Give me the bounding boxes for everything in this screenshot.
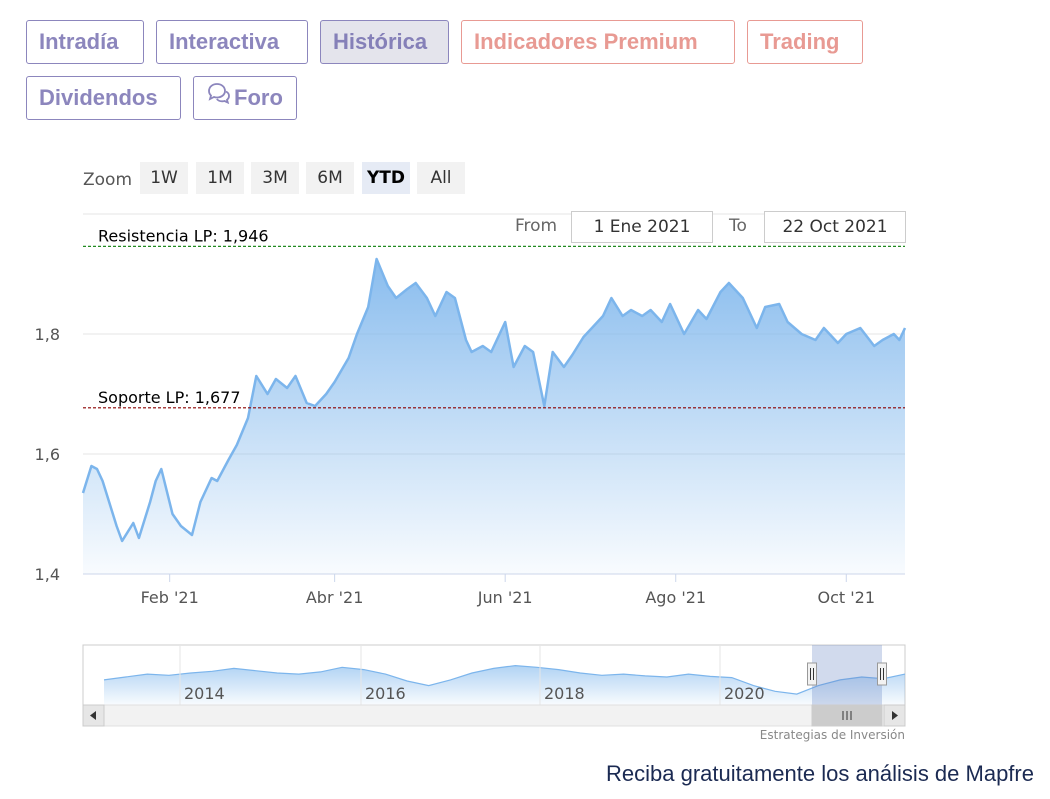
y-axis: 1,4 1,6 1,8 (35, 325, 60, 584)
annotation-label: Soporte LP: 1,677 (98, 388, 241, 407)
navigator-tick-label: 2020 (724, 684, 765, 703)
chart-credits[interactable]: Estrategias de Inversión (760, 728, 905, 742)
from-date-input[interactable]: 1 Ene 2021 (571, 211, 713, 243)
y-tick-label: 1,8 (35, 325, 60, 344)
to-date-input[interactable]: 22 Oct 2021 (764, 211, 906, 243)
navigator-selection[interactable] (812, 645, 882, 705)
x-tick-label: Jun '21 (477, 588, 533, 607)
navigator-right-handle[interactable] (877, 662, 887, 686)
scrollbar-track[interactable] (82, 704, 906, 727)
promo-link[interactable]: Reciba gratuitamente los análisis de Map… (606, 761, 1034, 787)
x-axis: Feb '21 Abr '21 Jun '21 Ago '21 Oct '21 (83, 573, 905, 607)
series-area (83, 259, 905, 574)
scrollbar-thumb[interactable] (811, 704, 883, 727)
price-chart: Resistencia LP: 1,946 Soporte LP: 1,677 1… (35, 213, 907, 727)
annotation-label: Resistencia LP: 1,946 (98, 226, 269, 245)
navigator-tick-label: 2014 (184, 684, 225, 703)
to-label: To (729, 216, 747, 236)
from-label: From (515, 216, 558, 236)
navigator-tick-label: 2016 (365, 684, 406, 703)
y-tick-label: 1,4 (35, 565, 60, 584)
scroll-left-button[interactable] (82, 704, 105, 727)
series-group (81, 257, 907, 574)
navigator[interactable]: 2014 2016 2018 2020 (82, 644, 906, 727)
y-tick-label: 1,6 (35, 445, 60, 464)
navigator-left-handle[interactable] (807, 662, 817, 686)
navigator-tick-label: 2018 (544, 684, 585, 703)
scroll-right-button[interactable] (883, 704, 906, 727)
x-tick-label: Oct '21 (818, 588, 876, 607)
x-tick-label: Abr '21 (306, 588, 364, 607)
x-tick-label: Feb '21 (141, 588, 199, 607)
x-tick-label: Ago '21 (645, 588, 706, 607)
